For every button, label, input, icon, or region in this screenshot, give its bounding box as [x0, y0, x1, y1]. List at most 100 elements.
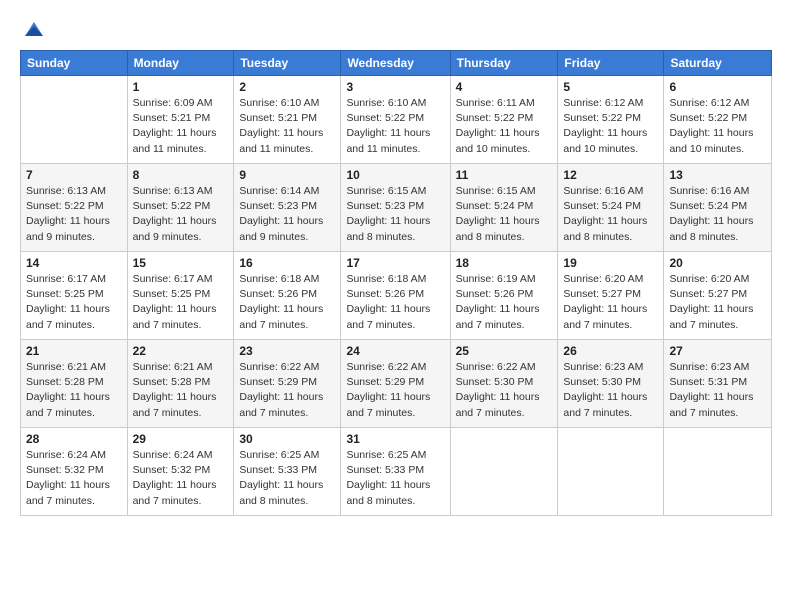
- day-info: Sunrise: 6:24 AMSunset: 5:32 PMDaylight:…: [26, 448, 122, 509]
- calendar-week-row: 28Sunrise: 6:24 AMSunset: 5:32 PMDayligh…: [21, 428, 772, 516]
- calendar-cell: 27 Sunrise: 6:23 AMSunset: 5:31 PMDayligh…: [664, 340, 772, 428]
- day-number: 15: [133, 256, 229, 270]
- day-info: Sunrise: 6:17 AMSunset: 5:25 PMDaylight:…: [133, 272, 229, 333]
- day-number: 16: [239, 256, 335, 270]
- day-info: Sunrise: 6:20 AMSunset: 5:27 PMDaylight:…: [669, 272, 766, 333]
- calendar-cell: [558, 428, 664, 516]
- logo: [20, 18, 45, 40]
- calendar-cell: 14 Sunrise: 6:17 AMSunset: 5:25 PMDayligh…: [21, 252, 128, 340]
- day-number: 26: [563, 344, 658, 358]
- day-info: Sunrise: 6:10 AMSunset: 5:21 PMDaylight:…: [239, 96, 335, 157]
- day-info: Sunrise: 6:16 AMSunset: 5:24 PMDaylight:…: [669, 184, 766, 245]
- day-number: 21: [26, 344, 122, 358]
- day-info: Sunrise: 6:18 AMSunset: 5:26 PMDaylight:…: [239, 272, 335, 333]
- calendar-cell: 22 Sunrise: 6:21 AMSunset: 5:28 PMDayligh…: [127, 340, 234, 428]
- calendar-cell: 3 Sunrise: 6:10 AMSunset: 5:22 PMDaylight…: [341, 76, 450, 164]
- calendar-week-row: 7Sunrise: 6:13 AMSunset: 5:22 PMDaylight…: [21, 164, 772, 252]
- day-of-week-header: Tuesday: [234, 51, 341, 76]
- header: [20, 18, 772, 40]
- calendar-cell: 23 Sunrise: 6:22 AMSunset: 5:29 PMDayligh…: [234, 340, 341, 428]
- day-info: Sunrise: 6:16 AMSunset: 5:24 PMDaylight:…: [563, 184, 658, 245]
- day-number: 18: [456, 256, 553, 270]
- day-info: Sunrise: 6:23 AMSunset: 5:31 PMDaylight:…: [669, 360, 766, 421]
- calendar: SundayMondayTuesdayWednesdayThursdayFrid…: [20, 50, 772, 516]
- day-number: 3: [346, 80, 444, 94]
- calendar-cell: [664, 428, 772, 516]
- calendar-cell: 7Sunrise: 6:13 AMSunset: 5:22 PMDaylight…: [21, 164, 128, 252]
- calendar-cell: 12 Sunrise: 6:16 AMSunset: 5:24 PMDayligh…: [558, 164, 664, 252]
- day-of-week-header: Thursday: [450, 51, 558, 76]
- day-info: Sunrise: 6:12 AMSunset: 5:22 PMDaylight:…: [563, 96, 658, 157]
- day-number: 13: [669, 168, 766, 182]
- calendar-cell: 9 Sunrise: 6:14 AMSunset: 5:23 PMDaylight…: [234, 164, 341, 252]
- calendar-cell: [450, 428, 558, 516]
- day-number: 14: [26, 256, 122, 270]
- day-info: Sunrise: 6:15 AMSunset: 5:23 PMDaylight:…: [346, 184, 444, 245]
- day-info: Sunrise: 6:10 AMSunset: 5:22 PMDaylight:…: [346, 96, 444, 157]
- day-number: 4: [456, 80, 553, 94]
- calendar-cell: 15 Sunrise: 6:17 AMSunset: 5:25 PMDayligh…: [127, 252, 234, 340]
- calendar-cell: 17 Sunrise: 6:18 AMSunset: 5:26 PMDayligh…: [341, 252, 450, 340]
- day-info: Sunrise: 6:22 AMSunset: 5:30 PMDaylight:…: [456, 360, 553, 421]
- day-info: Sunrise: 6:17 AMSunset: 5:25 PMDaylight:…: [26, 272, 122, 333]
- calendar-cell: 20 Sunrise: 6:20 AMSunset: 5:27 PMDayligh…: [664, 252, 772, 340]
- day-number: 30: [239, 432, 335, 446]
- day-info: Sunrise: 6:23 AMSunset: 5:30 PMDaylight:…: [563, 360, 658, 421]
- day-number: 6: [669, 80, 766, 94]
- calendar-cell: [21, 76, 128, 164]
- calendar-week-row: 1 Sunrise: 6:09 AMSunset: 5:21 PMDaylight…: [21, 76, 772, 164]
- calendar-cell: 1 Sunrise: 6:09 AMSunset: 5:21 PMDaylight…: [127, 76, 234, 164]
- day-info: Sunrise: 6:12 AMSunset: 5:22 PMDaylight:…: [669, 96, 766, 157]
- calendar-cell: 13 Sunrise: 6:16 AMSunset: 5:24 PMDayligh…: [664, 164, 772, 252]
- day-number: 11: [456, 168, 553, 182]
- day-info: Sunrise: 6:21 AMSunset: 5:28 PMDaylight:…: [133, 360, 229, 421]
- logo-icon: [23, 18, 45, 40]
- calendar-cell: 29 Sunrise: 6:24 AMSunset: 5:32 PMDayligh…: [127, 428, 234, 516]
- day-number: 20: [669, 256, 766, 270]
- day-info: Sunrise: 6:18 AMSunset: 5:26 PMDaylight:…: [346, 272, 444, 333]
- day-number: 19: [563, 256, 658, 270]
- calendar-week-row: 21 Sunrise: 6:21 AMSunset: 5:28 PMDayligh…: [21, 340, 772, 428]
- day-info: Sunrise: 6:13 AMSunset: 5:22 PMDaylight:…: [26, 184, 122, 245]
- day-info: Sunrise: 6:25 AMSunset: 5:33 PMDaylight:…: [239, 448, 335, 509]
- day-info: Sunrise: 6:19 AMSunset: 5:26 PMDaylight:…: [456, 272, 553, 333]
- calendar-cell: 31Sunrise: 6:25 AMSunset: 5:33 PMDayligh…: [341, 428, 450, 516]
- calendar-cell: 25 Sunrise: 6:22 AMSunset: 5:30 PMDayligh…: [450, 340, 558, 428]
- day-number: 29: [133, 432, 229, 446]
- day-info: Sunrise: 6:14 AMSunset: 5:23 PMDaylight:…: [239, 184, 335, 245]
- day-number: 5: [563, 80, 658, 94]
- day-info: Sunrise: 6:20 AMSunset: 5:27 PMDaylight:…: [563, 272, 658, 333]
- day-info: Sunrise: 6:09 AMSunset: 5:21 PMDaylight:…: [133, 96, 229, 157]
- day-info: Sunrise: 6:11 AMSunset: 5:22 PMDaylight:…: [456, 96, 553, 157]
- calendar-cell: 4 Sunrise: 6:11 AMSunset: 5:22 PMDaylight…: [450, 76, 558, 164]
- day-info: Sunrise: 6:22 AMSunset: 5:29 PMDaylight:…: [239, 360, 335, 421]
- calendar-cell: 11 Sunrise: 6:15 AMSunset: 5:24 PMDayligh…: [450, 164, 558, 252]
- day-number: 25: [456, 344, 553, 358]
- calendar-cell: 24Sunrise: 6:22 AMSunset: 5:29 PMDayligh…: [341, 340, 450, 428]
- page: SundayMondayTuesdayWednesdayThursdayFrid…: [0, 0, 792, 612]
- calendar-cell: 6 Sunrise: 6:12 AMSunset: 5:22 PMDaylight…: [664, 76, 772, 164]
- day-of-week-header: Saturday: [664, 51, 772, 76]
- day-number: 22: [133, 344, 229, 358]
- day-number: 17: [346, 256, 444, 270]
- calendar-cell: 5 Sunrise: 6:12 AMSunset: 5:22 PMDaylight…: [558, 76, 664, 164]
- calendar-cell: 21Sunrise: 6:21 AMSunset: 5:28 PMDayligh…: [21, 340, 128, 428]
- day-info: Sunrise: 6:25 AMSunset: 5:33 PMDaylight:…: [346, 448, 444, 509]
- day-info: Sunrise: 6:24 AMSunset: 5:32 PMDaylight:…: [133, 448, 229, 509]
- day-number: 12: [563, 168, 658, 182]
- calendar-cell: 2Sunrise: 6:10 AMSunset: 5:21 PMDaylight…: [234, 76, 341, 164]
- day-number: 1: [133, 80, 229, 94]
- day-info: Sunrise: 6:15 AMSunset: 5:24 PMDaylight:…: [456, 184, 553, 245]
- day-number: 9: [239, 168, 335, 182]
- day-number: 8: [133, 168, 229, 182]
- calendar-cell: 28Sunrise: 6:24 AMSunset: 5:32 PMDayligh…: [21, 428, 128, 516]
- calendar-week-row: 14 Sunrise: 6:17 AMSunset: 5:25 PMDayligh…: [21, 252, 772, 340]
- day-number: 10: [346, 168, 444, 182]
- calendar-cell: 18 Sunrise: 6:19 AMSunset: 5:26 PMDayligh…: [450, 252, 558, 340]
- day-number: 27: [669, 344, 766, 358]
- calendar-cell: 19 Sunrise: 6:20 AMSunset: 5:27 PMDayligh…: [558, 252, 664, 340]
- calendar-header-row: SundayMondayTuesdayWednesdayThursdayFrid…: [21, 51, 772, 76]
- day-number: 23: [239, 344, 335, 358]
- day-of-week-header: Monday: [127, 51, 234, 76]
- calendar-cell: 8Sunrise: 6:13 AMSunset: 5:22 PMDaylight…: [127, 164, 234, 252]
